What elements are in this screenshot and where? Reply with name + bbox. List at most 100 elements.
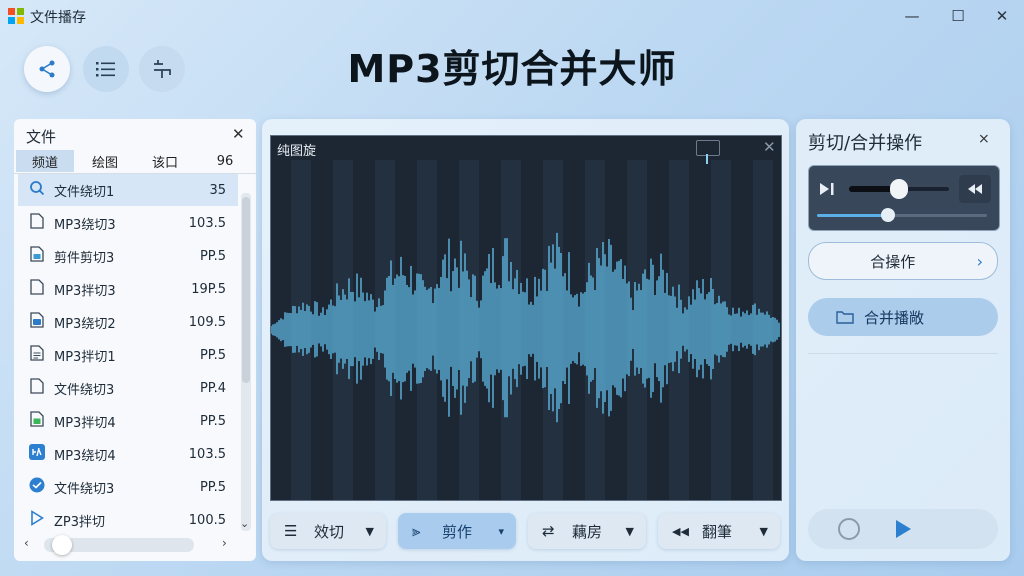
play-icon[interactable] bbox=[894, 519, 912, 539]
list-icon bbox=[96, 62, 115, 77]
list-view-button[interactable] bbox=[83, 46, 129, 92]
button-label: 效切 bbox=[314, 522, 345, 541]
mini-player bbox=[808, 165, 1000, 231]
file-size: 109.5 bbox=[188, 314, 226, 330]
file-image-icon bbox=[26, 246, 48, 266]
file-row[interactable]: MP3绕切4 103.5 bbox=[18, 438, 238, 470]
file-name: ZP3拌切 bbox=[54, 514, 106, 530]
file-name: MP3绕切3 bbox=[54, 217, 116, 233]
list-icon: ☰ bbox=[284, 522, 298, 540]
chevron-down-icon: ▾ bbox=[498, 524, 504, 538]
file-size: 103.5 bbox=[188, 446, 226, 462]
files-close-icon[interactable]: ✕ bbox=[232, 125, 245, 143]
volume-knob[interactable] bbox=[890, 179, 908, 199]
file-size: 100.5 bbox=[188, 512, 226, 528]
file-name: 剪件剪切3 bbox=[54, 250, 115, 266]
file-size: 35 bbox=[209, 182, 226, 198]
rewind-icon: ◀◀ bbox=[672, 524, 689, 538]
file-row[interactable]: MP3绕切3 103.5 bbox=[18, 207, 238, 239]
file-name: MP3拌切4 bbox=[54, 415, 116, 431]
app-logo-icon bbox=[8, 8, 24, 24]
file-size: PP.5 bbox=[199, 347, 226, 363]
file-row[interactable]: 文件绕切3 PP.5 bbox=[18, 471, 238, 503]
rewind-button[interactable]: ◀◀ 翻筆 ▼ bbox=[658, 513, 780, 549]
rewind-small-button[interactable] bbox=[959, 175, 991, 203]
app-icon bbox=[26, 444, 48, 464]
waveform-close-icon[interactable]: ✕ bbox=[763, 138, 776, 156]
cut-effect-button[interactable]: ☰ 效切 ▼ bbox=[270, 513, 386, 549]
file-audio-icon bbox=[26, 312, 48, 332]
collapse-icon[interactable]: ⨯ bbox=[978, 131, 990, 147]
tab-96[interactable]: 96 bbox=[196, 150, 254, 172]
split-icon: ⫸ bbox=[412, 522, 421, 540]
file-name: MP3绕切2 bbox=[54, 316, 116, 332]
file-row[interactable]: MP3拌切4 PP.5 bbox=[18, 405, 238, 437]
swap-icon: ⇄ bbox=[542, 522, 555, 540]
horizontal-scroll-thumb[interactable] bbox=[52, 535, 72, 555]
progress-knob[interactable] bbox=[881, 208, 896, 222]
file-row[interactable]: 文件绕切3 PP.4 bbox=[18, 372, 238, 404]
file-green-icon bbox=[26, 411, 48, 431]
waveform-view[interactable]: 纯图旋 ✕ bbox=[270, 135, 782, 501]
file-row[interactable]: ZP3拌切 100.5 bbox=[18, 504, 238, 536]
file-name: 文件绕切3 bbox=[54, 481, 115, 497]
merge-operations-button[interactable]: 合操作 › bbox=[808, 242, 998, 280]
button-label: 翻筆 bbox=[702, 522, 733, 541]
tab-channel[interactable]: 频道 bbox=[16, 150, 74, 172]
scroll-right-icon[interactable]: › bbox=[222, 536, 227, 550]
maximize-button[interactable]: ☐ bbox=[940, 4, 976, 28]
file-row[interactable]: 剪件剪切3 PP.5 bbox=[18, 240, 238, 272]
circle-arrow-icon bbox=[26, 477, 48, 497]
fold-button[interactable] bbox=[139, 46, 185, 92]
scroll-down-icon[interactable]: ⌄ bbox=[240, 517, 249, 530]
search-icon bbox=[26, 180, 48, 200]
button-label: 藕房 bbox=[572, 522, 603, 541]
chevron-down-icon: ▼ bbox=[625, 524, 634, 538]
operations-title: 剪切/合并操作 bbox=[808, 133, 923, 154]
waveform-graphic bbox=[271, 160, 780, 500]
record-icon[interactable] bbox=[838, 518, 860, 540]
window-title: 文件播存 bbox=[30, 10, 86, 26]
vertical-scroll-thumb[interactable] bbox=[242, 197, 250, 383]
file-size: PP.5 bbox=[199, 479, 226, 495]
button-label: 剪作 bbox=[442, 522, 473, 541]
file-text-icon bbox=[26, 345, 48, 365]
file-size: PP.5 bbox=[199, 248, 226, 264]
file-name: MP3拌切3 bbox=[54, 283, 116, 299]
divider bbox=[808, 353, 998, 354]
swap-button[interactable]: ⇄ 藕房 ▼ bbox=[528, 513, 646, 549]
share-icon bbox=[39, 60, 55, 78]
file-row[interactable]: MP3绕切2 109.5 bbox=[18, 306, 238, 338]
file-name: MP3拌切1 bbox=[54, 349, 116, 365]
folder-icon bbox=[836, 311, 854, 324]
file-row[interactable]: MP3拌切1 PP.5 bbox=[18, 339, 238, 371]
operations-panel: 剪切/合并操作 ⨯ 合操作 › 合并播敞 bbox=[796, 119, 1010, 561]
minimize-button[interactable]: — bbox=[894, 4, 930, 28]
merge-play-button[interactable]: 合并播敞 bbox=[808, 298, 998, 336]
tab-port[interactable]: 该口 bbox=[136, 150, 194, 172]
waveform-title: 纯图旋 bbox=[277, 144, 317, 159]
file-size: 19P.5 bbox=[191, 281, 226, 297]
file-size: PP.4 bbox=[199, 380, 226, 396]
file-icon bbox=[26, 213, 48, 233]
chevron-down-icon: ▼ bbox=[759, 524, 768, 538]
file-size: PP.5 bbox=[199, 413, 226, 429]
volume-fill bbox=[849, 186, 894, 192]
share-button[interactable] bbox=[24, 46, 70, 92]
close-button[interactable]: ✕ bbox=[984, 4, 1020, 28]
marker-icon[interactable] bbox=[696, 140, 720, 156]
scroll-left-icon[interactable]: ‹ bbox=[24, 536, 29, 550]
files-panel-title: 文件 bbox=[26, 128, 57, 146]
tab-drawing[interactable]: 绘图 bbox=[76, 150, 134, 172]
waveform-panel: 纯图旋 ✕ ☰ 效切 ▼ ⫸ 剪作 ▾ ⇄ 藕房 ▼ ◀◀ 翻筆 ▼ bbox=[262, 119, 789, 561]
page-title: MP3剪切合并大师 bbox=[347, 47, 677, 91]
file-name: 文件绕切3 bbox=[54, 382, 115, 398]
file-row[interactable]: MP3拌切3 19P.5 bbox=[18, 273, 238, 305]
progress-fill bbox=[817, 214, 889, 217]
file-row[interactable]: 文件绕切1 35 bbox=[18, 174, 238, 206]
edit-action-button[interactable]: ⫸ 剪作 ▾ bbox=[398, 513, 516, 549]
skip-next-icon[interactable] bbox=[819, 182, 835, 196]
chevron-right-icon: › bbox=[976, 251, 983, 271]
title-bar bbox=[0, 0, 1024, 32]
bottom-player bbox=[808, 509, 998, 549]
